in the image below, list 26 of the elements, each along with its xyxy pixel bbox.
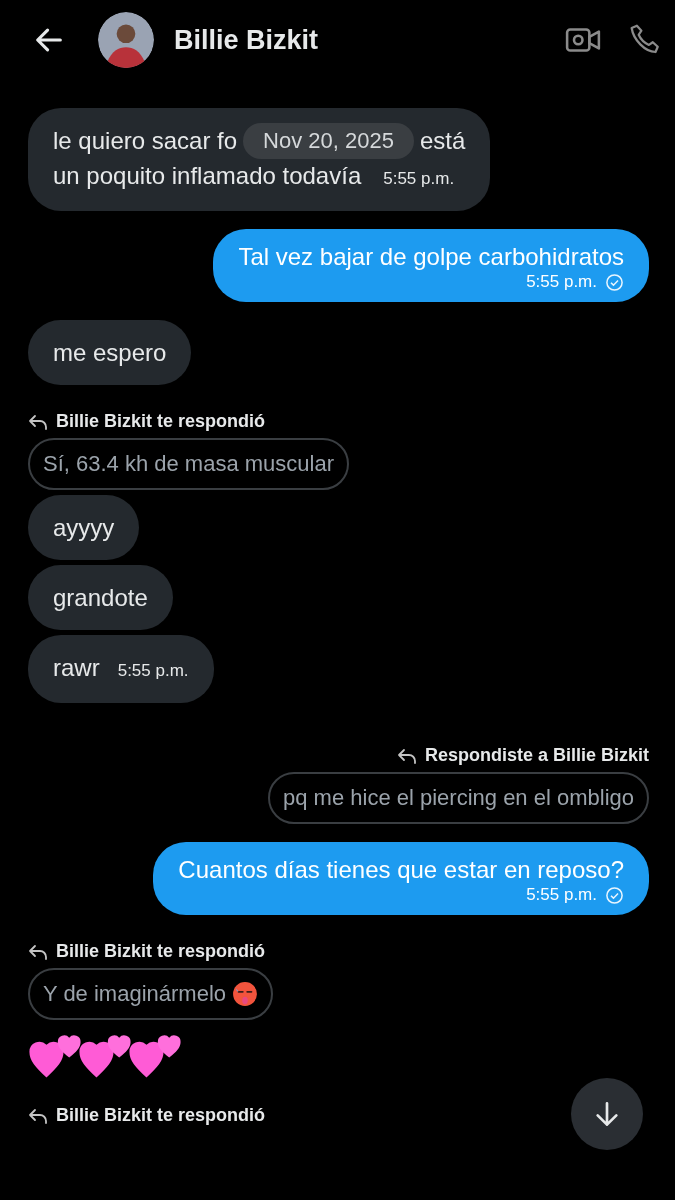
message-bubble: me espero <box>28 320 192 385</box>
timestamp: 5:55 p.m. <box>117 661 189 680</box>
quoted-message[interactable]: Sí, 63.4 kh de masa muscular <box>28 438 350 490</box>
reply-icon <box>28 943 48 960</box>
reply-label: Billie Bizkit te respondió <box>56 1105 266 1126</box>
reply-label: Respondiste a Billie Bizkit <box>424 745 649 766</box>
reply-label: Billie Bizkit te respondió <box>56 941 266 962</box>
timestamp: 5:55 p.m. <box>383 168 455 190</box>
reply-label: Billie Bizkit te respondió <box>56 411 266 432</box>
date-pill: Nov 20, 2025 <box>243 122 414 159</box>
reply-icon <box>396 747 417 764</box>
quoted-message[interactable]: pq me hice el piercing en el ombligo <box>268 772 649 824</box>
reply-icon <box>28 413 48 430</box>
message-bubble: rawr 5:55 p.m. <box>28 635 214 703</box>
avatar[interactable] <box>98 12 154 68</box>
message-bubble: Tal vez bajar de golpe carbohidratos 5:55 p.m. <box>213 229 649 302</box>
message-bubble: ayyyy <box>28 495 140 560</box>
timestamp: 5:55 p.m. <box>526 272 597 292</box>
reply-icon <box>28 1107 48 1124</box>
message-bubble: grandote <box>28 565 173 630</box>
message-bubble: Cuantos días tienes que estar en reposo? 5:55 p.m. <box>153 842 649 915</box>
quoted-message[interactable]: Y de imaginármelo <box>28 968 274 1020</box>
video-camera-icon <box>565 26 601 54</box>
message-bubble: le quiero sacar fo Nov 20, 2025 está un poquito inflamado todavía 5:55 p.m. <box>28 108 491 211</box>
timestamp: 5:55 p.m. <box>526 885 597 905</box>
contact-name: Billie Bizkit <box>174 24 319 56</box>
